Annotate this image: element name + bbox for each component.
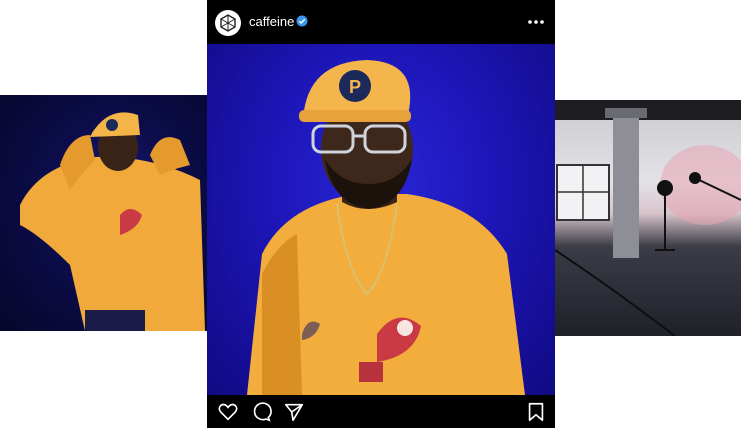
- right-photo-studio: [555, 100, 741, 336]
- post-header: caffeine: [207, 0, 555, 44]
- send-icon[interactable]: [283, 401, 305, 423]
- verified-badge-icon: [296, 15, 308, 27]
- left-side-photo: [0, 95, 207, 331]
- right-side-photo: [555, 100, 741, 336]
- svg-text:P: P: [349, 77, 361, 97]
- instagram-post: caffeine P: [207, 0, 555, 428]
- bookmark-icon[interactable]: [525, 401, 547, 423]
- caffeine-logo-icon[interactable]: [215, 10, 241, 36]
- post-actions-bar: [207, 395, 555, 428]
- heart-icon[interactable]: [217, 401, 239, 423]
- left-photo-figure: [20, 112, 205, 331]
- post-photo[interactable]: P: [207, 44, 555, 395]
- post-username[interactable]: caffeine: [249, 14, 294, 29]
- comment-icon[interactable]: [250, 401, 272, 423]
- post-photo-figure: P: [247, 60, 525, 395]
- more-options-icon[interactable]: [525, 13, 547, 31]
